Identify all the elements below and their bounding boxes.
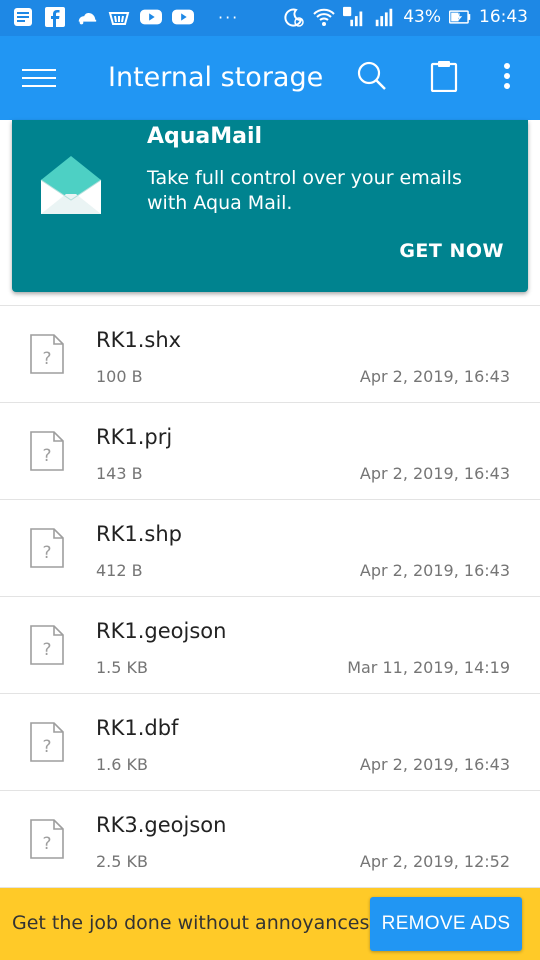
shopping-basket-icon <box>108 6 130 28</box>
signal-sim1-icon <box>343 6 365 28</box>
battery-charging-icon <box>449 6 471 28</box>
bottom-ad-bar: Get the job done without annoyances. REM… <box>0 888 540 960</box>
svg-text:?: ? <box>42 349 51 369</box>
unknown-file-icon: ? <box>30 819 64 859</box>
battery-percent: 43% <box>403 7 441 27</box>
file-size: 1.5 KB <box>96 658 148 677</box>
youtube-icon <box>172 6 194 28</box>
ad-description: Take full control over your emails with … <box>147 167 462 214</box>
ad-bar-text: Get the job done without annoyances. <box>12 912 376 934</box>
unknown-file-icon: ? <box>30 722 64 762</box>
ad-title: AquaMail <box>147 124 263 149</box>
search-button[interactable] <box>350 56 394 100</box>
remove-ads-button[interactable]: REMOVE ADS <box>370 897 522 951</box>
wifi-icon <box>313 6 335 28</box>
clock: 16:43 <box>479 7 528 27</box>
file-name: RK3.geojson <box>96 813 227 837</box>
file-date: Apr 2, 2019, 12:52 <box>359 852 510 871</box>
file-row[interactable]: ? RK1.shx 100 B Apr 2, 2019, 16:43 <box>0 306 540 403</box>
status-bar: ··· 43% 16:43 <box>0 0 540 36</box>
clipboard-button[interactable] <box>422 56 466 100</box>
file-row[interactable]: ? RK1.shp 412 B Apr 2, 2019, 16:43 <box>0 500 540 597</box>
file-date: Apr 2, 2019, 16:43 <box>359 464 510 483</box>
file-row[interactable]: ? RK1.dbf 1.6 KB Apr 2, 2019, 16:43 <box>0 694 540 791</box>
facebook-icon <box>44 6 66 28</box>
page-title: Internal storage <box>108 62 324 93</box>
file-size: 1.6 KB <box>96 755 148 774</box>
notification-icons: ··· <box>12 6 239 28</box>
signal-sim2-icon <box>373 6 395 28</box>
svg-text:?: ? <box>42 834 51 854</box>
svg-text:?: ? <box>42 543 51 563</box>
file-date: Apr 2, 2019, 16:43 <box>359 755 510 774</box>
file-size: 100 B <box>96 367 143 386</box>
svg-text:?: ? <box>42 737 51 757</box>
mail-envelope-icon <box>38 152 104 218</box>
alarm-icon <box>283 6 305 28</box>
more-notifications: ··· <box>218 7 240 27</box>
system-icons: 43% 16:43 <box>283 6 528 28</box>
clipboard-icon <box>430 60 458 96</box>
unknown-file-icon: ? <box>30 431 64 471</box>
youtube-icon <box>140 6 162 28</box>
file-name: RK1.prj <box>96 425 173 449</box>
menu-icon <box>20 69 56 100</box>
unknown-file-icon: ? <box>30 625 64 665</box>
aquamail-ad-card[interactable]: AquaMail Take full control over your ema… <box>12 120 528 292</box>
search-icon <box>357 61 387 95</box>
unknown-file-icon: ? <box>30 334 64 374</box>
file-date: Apr 2, 2019, 16:43 <box>359 367 510 386</box>
file-size: 2.5 KB <box>96 852 148 871</box>
weather-icon <box>76 6 98 28</box>
file-name: RK1.shx <box>96 328 182 352</box>
file-row[interactable]: ? RK1.prj 143 B Apr 2, 2019, 16:43 <box>0 403 540 500</box>
more-options-button[interactable] <box>485 56 529 100</box>
file-row[interactable]: ? RK3.geojson 2.5 KB Apr 2, 2019, 12:52 <box>0 791 540 888</box>
file-name: RK1.dbf <box>96 716 179 740</box>
svg-text:?: ? <box>42 640 51 660</box>
unknown-file-icon: ? <box>30 528 64 568</box>
more-vert-icon <box>502 61 512 95</box>
file-size: 412 B <box>96 561 143 580</box>
notes-icon <box>12 6 34 28</box>
menu-button[interactable] <box>20 60 64 96</box>
file-name: RK1.shp <box>96 522 182 546</box>
file-row[interactable]: ? RK1.geojson 1.5 KB Mar 11, 2019, 14:19 <box>0 597 540 694</box>
file-name: RK1.geojson <box>96 619 227 643</box>
file-list: ? RK1.shx 100 B Apr 2, 2019, 16:43 ? RK1… <box>0 306 540 888</box>
svg-text:?: ? <box>42 446 51 466</box>
get-now-button[interactable]: GET NOW <box>399 240 504 262</box>
file-size: 143 B <box>96 464 143 483</box>
file-date: Mar 11, 2019, 14:19 <box>347 658 510 677</box>
app-bar: Internal storage <box>0 36 540 120</box>
file-date: Apr 2, 2019, 16:43 <box>359 561 510 580</box>
